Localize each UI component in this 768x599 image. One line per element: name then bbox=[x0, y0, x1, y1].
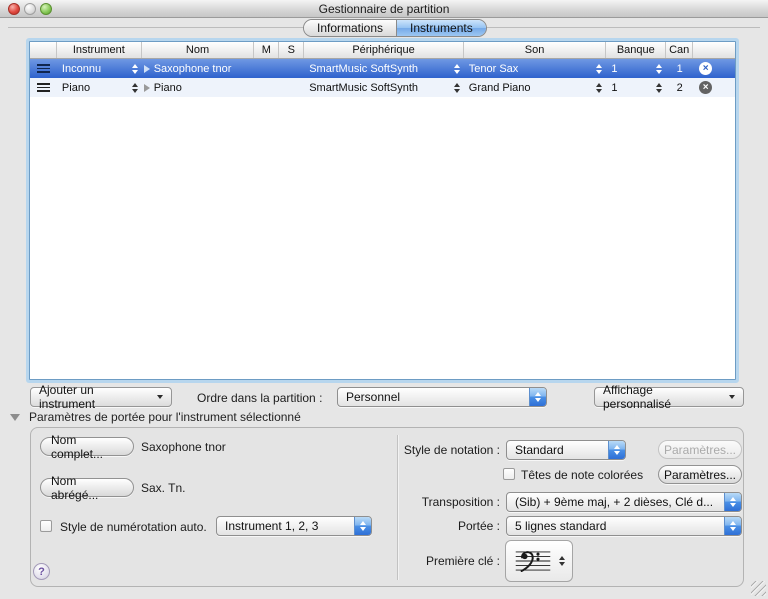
title-bar: Gestionnaire de partition bbox=[0, 0, 768, 18]
clef-stepper-icon[interactable] bbox=[559, 556, 565, 566]
delete-row-icon[interactable]: × bbox=[699, 62, 712, 75]
full-name-value: Saxophone tnor bbox=[141, 440, 226, 454]
instrument-stepper-icon[interactable] bbox=[132, 83, 138, 93]
son-cell[interactable]: Grand Piano bbox=[464, 82, 531, 94]
column-header-nom[interactable]: Nom bbox=[142, 42, 255, 58]
window-title: Gestionnaire de partition bbox=[0, 2, 768, 16]
custom-view-button[interactable]: Affichage personnalisé bbox=[594, 387, 744, 407]
delete-row-icon[interactable]: × bbox=[699, 81, 712, 94]
first-clef-label: Première clé : bbox=[400, 554, 500, 568]
transposition-popup[interactable]: (Sib) + 9ème maj, + 2 dièses, Clé d... bbox=[506, 492, 742, 512]
can-cell[interactable]: 1 bbox=[666, 63, 693, 75]
first-clef-button[interactable] bbox=[505, 540, 573, 582]
popup-stepper-icon bbox=[724, 493, 741, 511]
drag-handle-icon[interactable] bbox=[37, 64, 50, 73]
nom-cell[interactable]: Saxophone tnor bbox=[154, 63, 232, 75]
auto-numbering-checkbox[interactable] bbox=[40, 520, 52, 532]
transposition-label: Transposition : bbox=[380, 495, 500, 509]
solo-cell[interactable] bbox=[279, 59, 304, 78]
add-instrument-button[interactable]: Ajouter un instrument bbox=[30, 387, 172, 407]
column-header-peripherique[interactable]: Périphérique bbox=[304, 42, 464, 58]
order-label: Ordre dans la partition : bbox=[197, 391, 322, 405]
tab-group: Informations Instruments bbox=[303, 19, 487, 37]
column-header-can[interactable]: Can bbox=[666, 42, 693, 58]
solo-cell[interactable] bbox=[279, 78, 304, 97]
table-header: Instrument Nom M S Périphérique Son Banq… bbox=[30, 42, 735, 59]
banque-stepper-icon[interactable] bbox=[656, 64, 662, 74]
column-header-s[interactable]: S bbox=[279, 42, 304, 58]
dropdown-arrow-icon bbox=[157, 395, 163, 399]
can-cell[interactable]: 2 bbox=[666, 82, 693, 94]
auto-numbering-popup[interactable]: Instrument 1, 2, 3 bbox=[216, 516, 372, 536]
instrument-cell[interactable]: Inconnu bbox=[57, 63, 101, 75]
table-row[interactable]: Piano Piano SmartMusic SoftSynth Grand P… bbox=[30, 78, 735, 97]
staff-label: Portée : bbox=[400, 519, 500, 533]
disclosure-triangle-icon[interactable] bbox=[144, 65, 150, 73]
banque-cell[interactable]: 1 bbox=[606, 82, 617, 94]
noteheads-params-button[interactable]: Paramètres... bbox=[658, 465, 742, 484]
column-header-handle[interactable] bbox=[30, 42, 57, 58]
popup-stepper-icon bbox=[529, 388, 546, 406]
short-name-button[interactable]: Nom abrégé... bbox=[40, 478, 134, 497]
popup-stepper-icon bbox=[724, 517, 741, 535]
column-header-son[interactable]: Son bbox=[464, 42, 607, 58]
colored-noteheads-checkbox[interactable] bbox=[503, 468, 515, 480]
order-popup[interactable]: Personnel bbox=[337, 387, 547, 407]
column-header-delete[interactable] bbox=[693, 42, 735, 58]
bass-clef-icon bbox=[513, 547, 553, 575]
banque-stepper-icon[interactable] bbox=[656, 83, 662, 93]
notation-style-popup[interactable]: Standard bbox=[506, 440, 626, 460]
section-title: Paramètres de portée pour l'instrument s… bbox=[29, 410, 301, 424]
disclosure-down-icon bbox=[10, 414, 20, 421]
nom-cell[interactable]: Piano bbox=[154, 82, 182, 94]
auto-numbering-label: Style de numérotation auto. bbox=[60, 520, 207, 534]
peripherique-stepper-icon[interactable] bbox=[454, 83, 460, 93]
mute-cell[interactable] bbox=[254, 59, 279, 78]
colored-noteheads-label: Têtes de note colorées bbox=[521, 468, 643, 482]
instrument-stepper-icon[interactable] bbox=[132, 64, 138, 74]
instrument-cell[interactable]: Piano bbox=[57, 82, 90, 94]
banque-cell[interactable]: 1 bbox=[606, 63, 617, 75]
popup-stepper-icon bbox=[354, 517, 371, 535]
dropdown-arrow-icon bbox=[729, 395, 735, 399]
column-header-instrument[interactable]: Instrument bbox=[57, 42, 142, 58]
staff-popup[interactable]: 5 lignes standard bbox=[506, 516, 742, 536]
popup-stepper-icon bbox=[608, 441, 625, 459]
staff-settings-section-header[interactable]: Paramètres de portée pour l'instrument s… bbox=[10, 410, 301, 424]
peripherique-cell[interactable]: SmartMusic SoftSynth bbox=[304, 63, 418, 75]
peripherique-cell[interactable]: SmartMusic SoftSynth bbox=[304, 82, 418, 94]
son-cell[interactable]: Tenor Sax bbox=[464, 63, 519, 75]
son-stepper-icon[interactable] bbox=[596, 83, 602, 93]
disclosure-triangle-icon[interactable] bbox=[144, 84, 150, 92]
instrument-table: Instrument Nom M S Périphérique Son Banq… bbox=[29, 41, 736, 380]
column-header-m[interactable]: M bbox=[254, 42, 279, 58]
resize-grip[interactable] bbox=[751, 581, 766, 596]
score-manager-window: Gestionnaire de partition Informations I… bbox=[0, 0, 768, 599]
peripherique-stepper-icon[interactable] bbox=[454, 64, 460, 74]
mute-cell[interactable] bbox=[254, 78, 279, 97]
column-header-banque[interactable]: Banque bbox=[606, 42, 666, 58]
table-row[interactable]: Inconnu Saxophone tnor SmartMusic SoftSy… bbox=[30, 59, 735, 78]
tab-instruments[interactable]: Instruments bbox=[396, 20, 486, 36]
help-button[interactable]: ? bbox=[33, 563, 50, 580]
full-name-button[interactable]: Nom complet... bbox=[40, 437, 134, 456]
drag-handle-icon[interactable] bbox=[37, 83, 50, 92]
short-name-value: Sax. Tn. bbox=[141, 481, 185, 495]
tab-informations[interactable]: Informations bbox=[304, 20, 396, 36]
son-stepper-icon[interactable] bbox=[596, 64, 602, 74]
notation-params-button: Paramètres... bbox=[658, 440, 742, 459]
notation-style-label: Style de notation : bbox=[395, 443, 500, 457]
